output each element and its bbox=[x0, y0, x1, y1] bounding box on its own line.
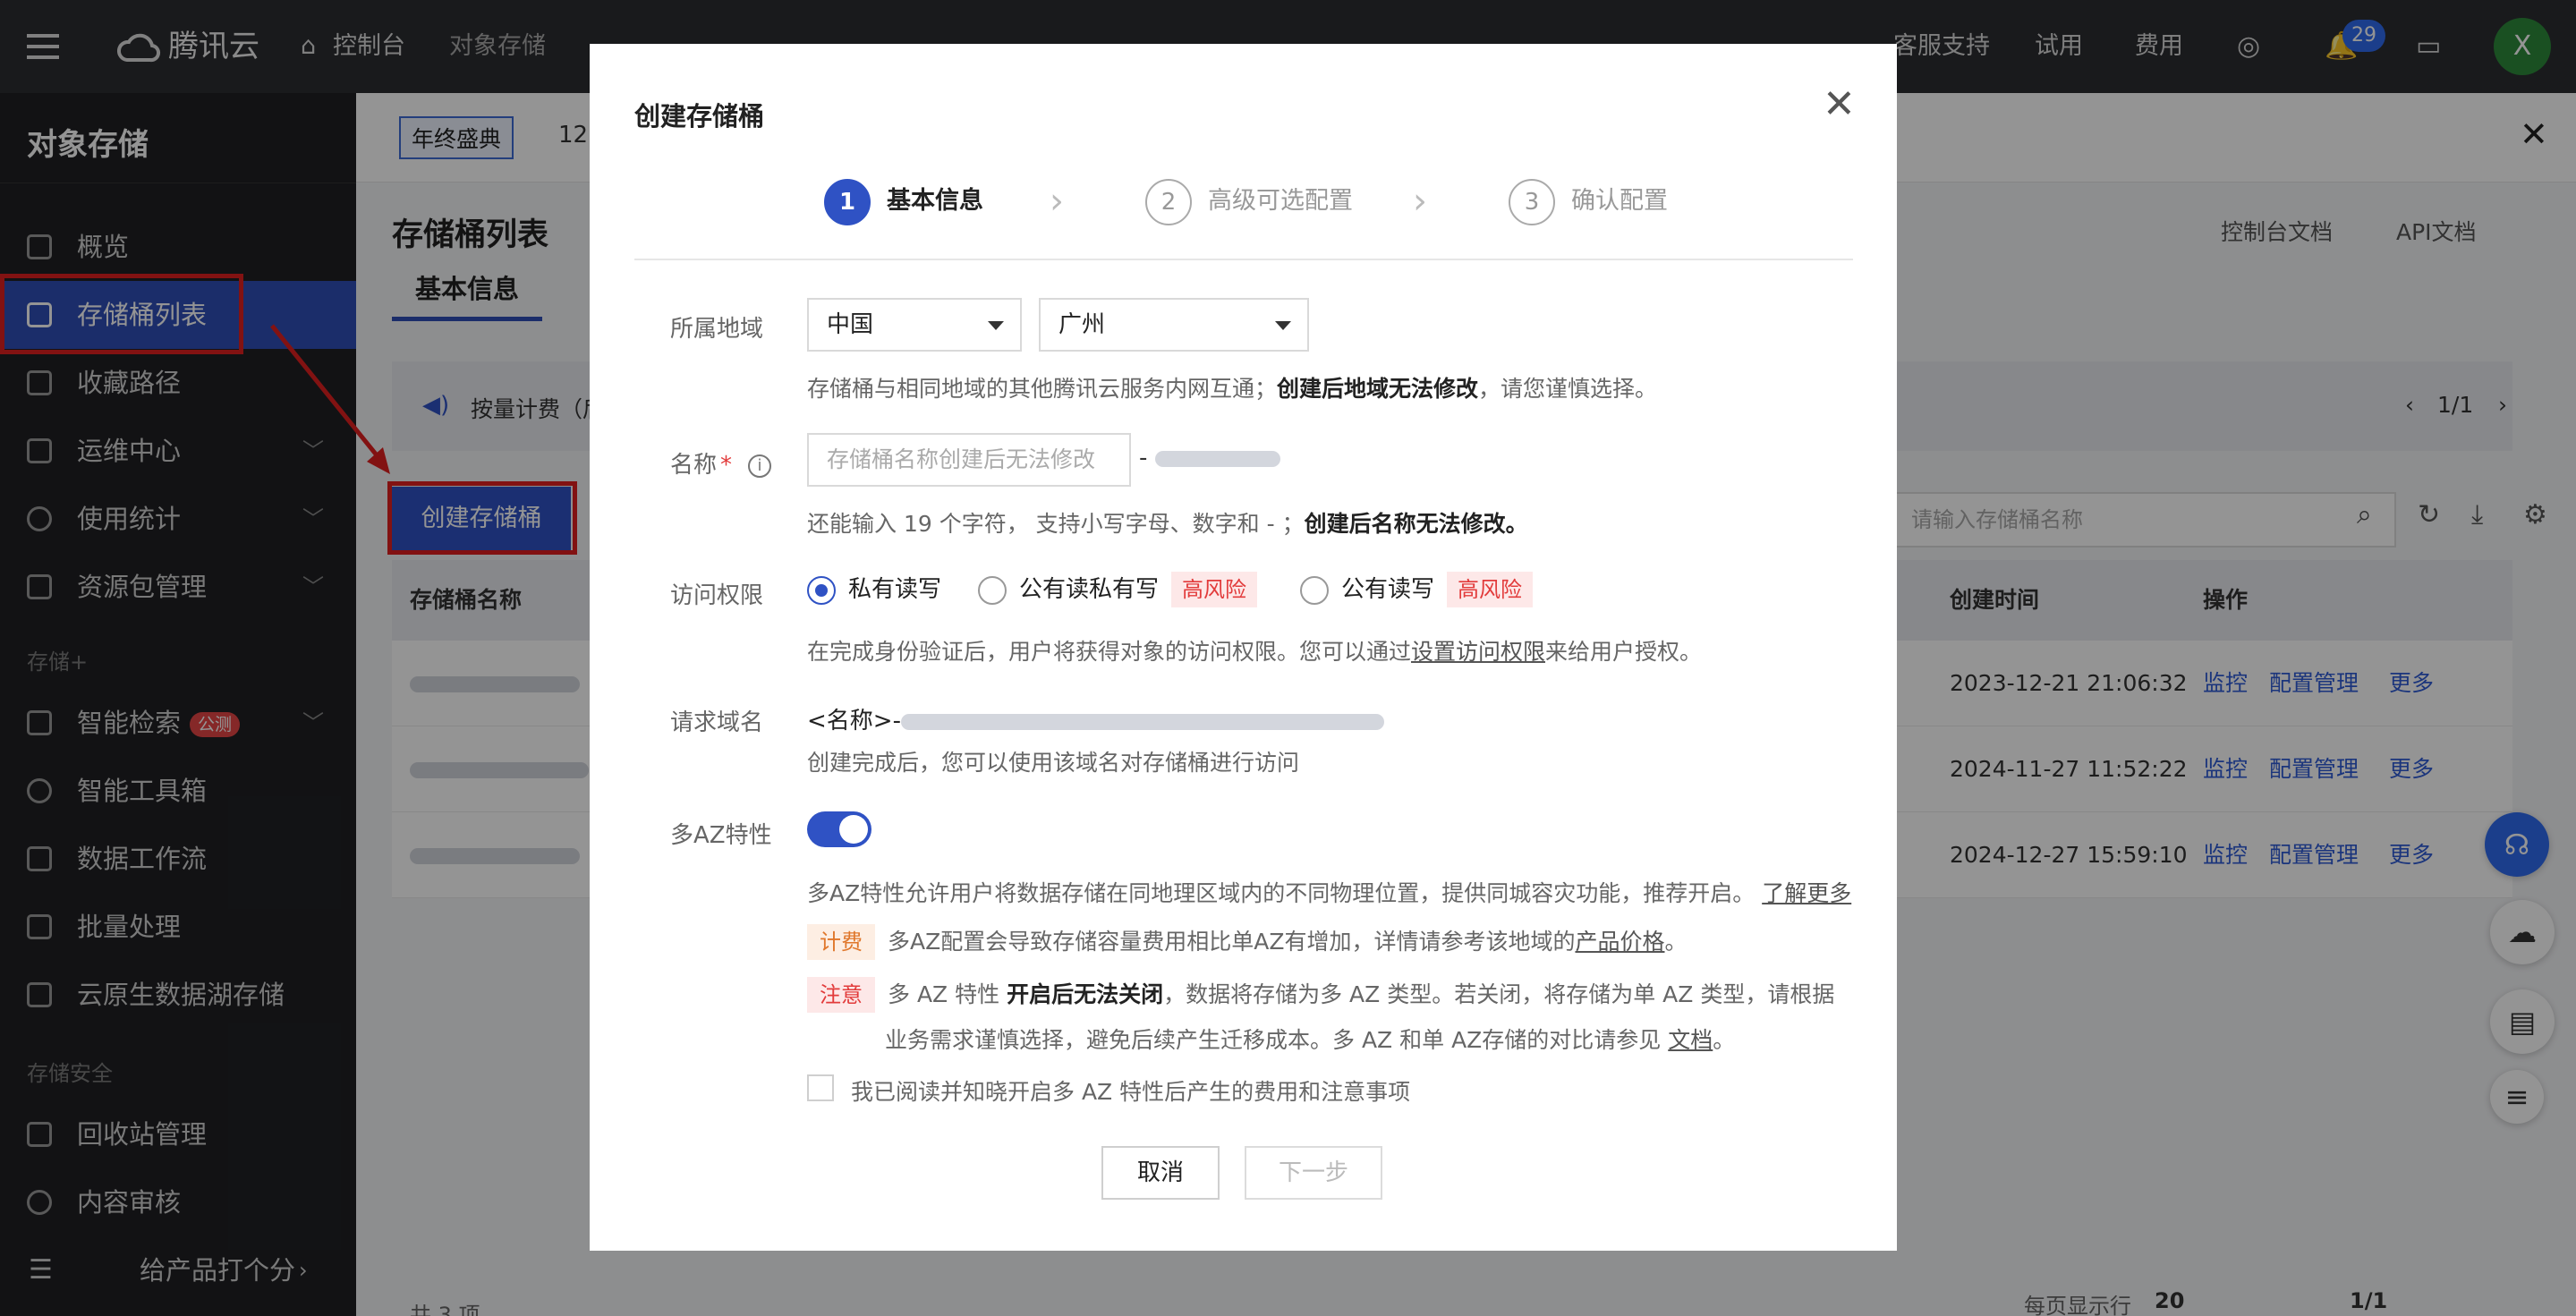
domain-help: 创建完成后，您可以使用该域名对存储桶进行访问 bbox=[807, 750, 1300, 776]
step-label: 确认配置 bbox=[1571, 187, 1668, 215]
city-value: 广州 bbox=[1058, 311, 1106, 338]
country-value: 中国 bbox=[827, 311, 874, 338]
fee-tag: 计费 bbox=[807, 924, 875, 960]
price-link[interactable]: 产品价格 bbox=[1575, 929, 1664, 955]
risk-badge: 高风险 bbox=[1447, 572, 1534, 607]
radio-public-read-write[interactable]: 公有读写 高风险 bbox=[1300, 572, 1534, 607]
access-help: 在完成身份验证后，用户将获得对象的访问权限。您可以通过设置访问权限来给用户授权。 bbox=[807, 639, 1703, 665]
name-suffix: - bbox=[1139, 445, 1280, 471]
warn-note-cont: 业务需求谨慎选择，避免后续产生迁移成本。多 AZ 和单 AZ存储的对比请参见 文… bbox=[885, 1027, 1736, 1053]
name-help: 还能输入 19 个字符， 支持小写字母、数字和 - ；创建后名称无法修改。 bbox=[807, 511, 1528, 537]
multi-az-label: 多AZ特性 bbox=[670, 822, 772, 849]
bucket-name-input[interactable]: 存储桶名称创建后无法修改 bbox=[807, 433, 1131, 487]
step-1: 1 基本信息 bbox=[824, 176, 983, 226]
cancel-button[interactable]: 取消 bbox=[1101, 1146, 1220, 1200]
warn-note: 注意多 AZ 特性 开启后无法关闭，数据将存储为多 AZ 类型。若关闭，将存储为… bbox=[807, 977, 1834, 1013]
multi-az-toggle[interactable] bbox=[807, 811, 871, 847]
doc-link[interactable]: 文档 bbox=[1668, 1027, 1713, 1053]
step-label: 基本信息 bbox=[887, 187, 983, 215]
radio-public-read[interactable]: 公有读私有写 高风险 bbox=[978, 572, 1258, 607]
radio-private[interactable]: 私有读写 bbox=[807, 572, 941, 607]
step-2: 2 高级可选配置 bbox=[1145, 176, 1353, 226]
name-label: 名称 * i bbox=[670, 446, 772, 480]
fee-note: 计费 多AZ配置会导致存储容量费用相比单AZ有增加，详情请参考该地域的产品价格。 bbox=[807, 924, 1688, 960]
domain-redacted bbox=[900, 713, 1384, 730]
risk-badge: 高风险 bbox=[1171, 572, 1258, 607]
step-label: 高级可选配置 bbox=[1208, 187, 1353, 215]
multi-az-desc: 多AZ特性允许用户将数据存储在同地理区域内的不同物理位置，提供同城容灾功能，推荐… bbox=[807, 880, 1852, 906]
dialog-divider bbox=[634, 259, 1853, 260]
step-number: 2 bbox=[1145, 178, 1192, 225]
caret-down-icon bbox=[988, 321, 1004, 330]
step-number: 3 bbox=[1509, 178, 1555, 225]
step-number: 1 bbox=[824, 178, 871, 225]
caret-down-icon bbox=[1275, 321, 1291, 330]
domain-value: <名称>- bbox=[807, 702, 1384, 735]
info-icon[interactable]: i bbox=[748, 454, 772, 478]
dialog-title: 创建存储桶 bbox=[634, 101, 765, 132]
learn-more-link[interactable]: 了解更多 bbox=[1762, 880, 1851, 906]
ack-checkbox[interactable] bbox=[807, 1074, 834, 1101]
close-icon[interactable]: ✕ bbox=[1823, 85, 1856, 124]
city-select[interactable]: 广州 bbox=[1039, 298, 1309, 352]
create-bucket-dialog: 创建存储桶 ✕ 1 基本信息 › 2 高级可选配置 › 3 确认配置 所属地域 中国 … bbox=[590, 44, 1897, 1251]
set-access-link[interactable]: 设置访问权限 bbox=[1411, 639, 1545, 665]
chevron-right-icon: › bbox=[1050, 181, 1064, 222]
region-label: 所属地域 bbox=[670, 316, 764, 343]
domain-label: 请求域名 bbox=[670, 709, 764, 736]
next-button[interactable]: 下一步 bbox=[1245, 1146, 1382, 1200]
access-label: 访问权限 bbox=[670, 582, 764, 609]
warn-tag: 注意 bbox=[807, 977, 875, 1013]
country-select[interactable]: 中国 bbox=[807, 298, 1022, 352]
chevron-right-icon: › bbox=[1413, 181, 1427, 222]
ack-label[interactable]: 我已阅读并知晓开启多 AZ 特性后产生的费用和注意事项 bbox=[851, 1074, 1410, 1107]
step-3: 3 确认配置 bbox=[1509, 176, 1668, 226]
region-help: 存储桶与相同地域的其他腾讯云服务内网互通；创建后地域无法修改，请您谨慎选择。 bbox=[807, 376, 1658, 402]
appid-redacted bbox=[1154, 450, 1280, 467]
